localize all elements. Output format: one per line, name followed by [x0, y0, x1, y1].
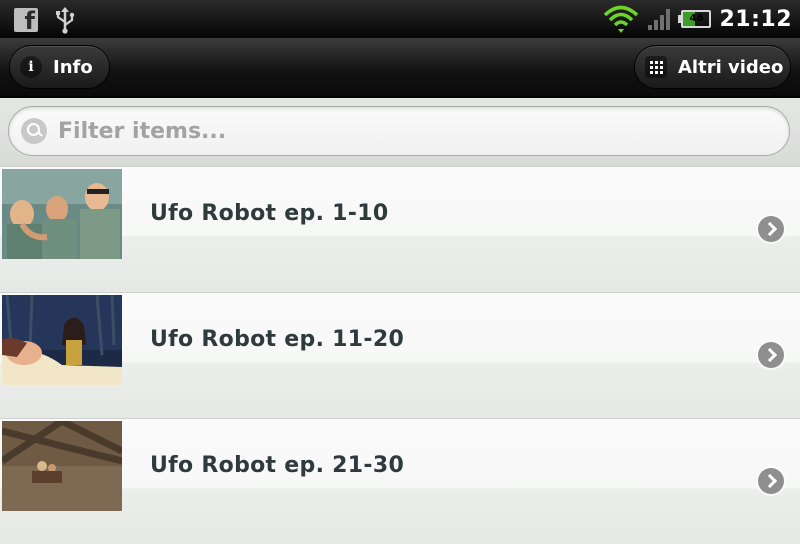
video-thumbnail: [2, 421, 122, 511]
video-list: Ufo Robot ep. 1-10 Ufo Robot ep. 11-20 U…: [0, 166, 800, 544]
battery-icon: 46: [678, 10, 712, 28]
notification-icons: f: [14, 6, 76, 34]
filter-field[interactable]: [8, 106, 790, 156]
chevron-right-icon: [758, 342, 784, 368]
video-thumbnail: [2, 295, 122, 385]
list-item-title: Ufo Robot ep. 1-10: [150, 201, 389, 226]
list-item[interactable]: Ufo Robot ep. 11-20: [0, 292, 800, 418]
signal-icon: [648, 9, 671, 30]
video-thumbnail: [2, 169, 122, 259]
chevron-right-icon: [758, 468, 784, 494]
info-button-label: Info: [53, 56, 93, 78]
list-item[interactable]: Ufo Robot ep. 21-30: [0, 418, 800, 544]
filter-input[interactable]: [56, 117, 789, 145]
info-button[interactable]: i Info: [9, 45, 110, 89]
info-icon: i: [20, 56, 42, 78]
app-header: i Info Altri video: [0, 38, 800, 98]
search-icon: [21, 118, 47, 144]
status-bar: f 46 21:12: [0, 0, 800, 38]
facebook-icon: f: [14, 8, 38, 32]
more-videos-label: Altri video: [678, 56, 784, 78]
clock: 21:12: [719, 6, 792, 32]
battery-level: 46: [689, 13, 704, 24]
list-item-title: Ufo Robot ep. 11-20: [150, 327, 405, 352]
wifi-icon: [604, 5, 639, 33]
filter-bar: [0, 98, 800, 167]
system-icons: 46 21:12: [603, 4, 792, 34]
usb-icon: [56, 7, 75, 34]
chevron-right-icon: [758, 216, 784, 242]
list-item[interactable]: Ufo Robot ep. 1-10: [0, 166, 800, 292]
more-videos-button[interactable]: Altri video: [634, 45, 791, 89]
grid-icon: [645, 56, 667, 78]
list-item-title: Ufo Robot ep. 21-30: [150, 453, 405, 478]
